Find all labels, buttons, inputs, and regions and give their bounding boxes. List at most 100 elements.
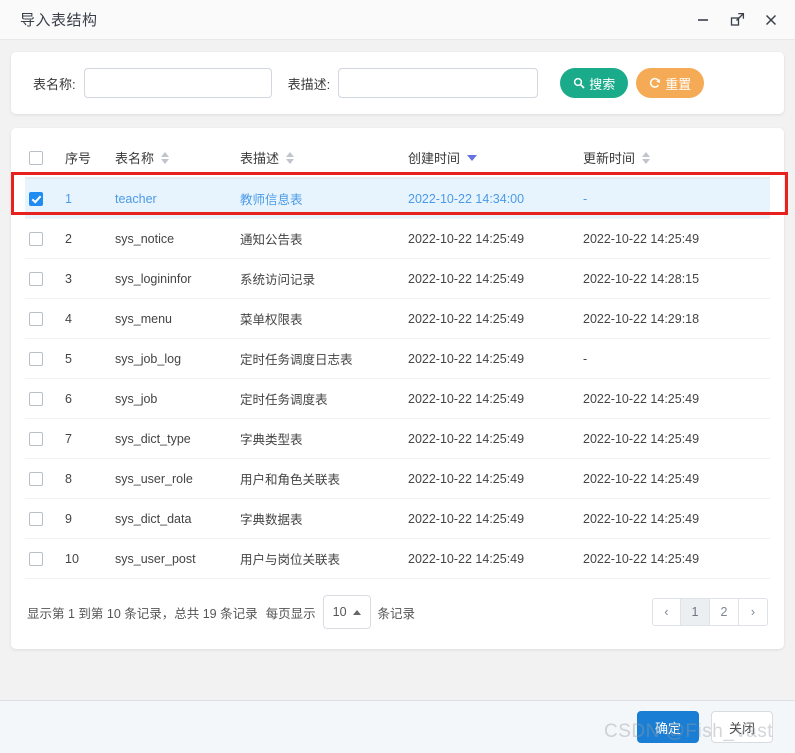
table-row[interactable]: 5 sys_job_log 定时任务调度日志表 2022-10-22 14:25:49… [25,338,770,379]
close-icon[interactable] [761,10,781,30]
confirm-button[interactable]: 确定 [637,711,699,743]
row-checkbox[interactable] [29,231,43,246]
search-actions: 搜索 重置 [560,68,705,98]
table-desc-field: 表描述: [288,68,539,98]
row-create-time: 2022-10-22 14:25:49 [404,298,579,339]
maximize-icon[interactable] [727,10,747,30]
column-index-label: 序号 [65,151,92,166]
row-checkbox-cell [25,378,61,419]
row-checkbox-cell [25,498,61,539]
row-table-name: sys_menu [111,298,236,339]
table-desc-label: 表描述: [287,76,331,92]
row-index: 4 [61,298,111,339]
column-table-name[interactable]: 表名称 [111,138,236,179]
table-row[interactable]: 4 sys_menu 菜单权限表 2022-10-22 14:25:49 2022-10… [25,298,770,339]
table-row[interactable]: 6 sys_job 定时任务调度表 2022-10-22 14:25:49 2022-1… [25,378,770,419]
row-table-name: teacher [111,178,236,219]
select-all-checkbox[interactable] [29,151,43,166]
row-table-name: sys_job [111,378,236,419]
row-create-time: 2022-10-22 14:25:49 [404,538,579,579]
row-checkbox[interactable] [29,551,43,566]
dialog-title: 导入表结构 [20,12,98,29]
row-index: 9 [61,498,111,539]
row-create-time: 2022-10-22 14:25:49 [404,458,579,499]
row-checkbox-cell [25,458,61,499]
page-button-2[interactable]: 2 [710,598,739,626]
search-button[interactable]: 搜索 [560,68,629,98]
import-table-structure-dialog: 导入表结构 表名称: 表描述: 搜索 重置 序号 表名称 表描述 创建时间 更新… [0,0,795,753]
page-prev-button[interactable]: ‹ [652,598,681,626]
caret-up-icon [352,609,361,615]
per-page-label: 每页显示 [265,606,316,621]
refresh-icon [649,77,661,89]
row-checkbox[interactable] [29,271,43,286]
row-checkbox[interactable] [29,511,43,526]
table-row[interactable]: 2 sys_notice 通知公告表 2022-10-22 14:25:49 2022-… [25,218,770,259]
row-table-desc: 菜单权限表 [236,298,404,339]
row-checkbox[interactable] [29,351,43,366]
table-desc-input[interactable] [338,68,539,98]
table-row[interactable]: 9 sys_dict_data 字典数据表 2022-10-22 14:25:49 20… [25,498,770,539]
row-checkbox[interactable] [29,431,43,446]
column-update-time[interactable]: 更新时间 [579,138,770,179]
sort-icon-create-time[interactable] [467,154,478,161]
row-update-time: 2022-10-22 14:29:18 [579,298,770,339]
row-checkbox-cell [25,338,61,379]
table-row[interactable]: 7 sys_dict_type 字典类型表 2022-10-22 14:25:49 20… [25,418,770,459]
table-list: 序号 表名称 表描述 创建时间 更新时间 1 teacher 教师信息表 202… [25,138,770,579]
row-checkbox-cell [25,218,61,259]
pagination-controls: ‹ 1 2 › [652,598,768,626]
page-button-1[interactable]: 1 [681,598,710,626]
column-update-time-label: 更新时间 [583,151,636,166]
row-create-time: 2022-10-22 14:25:49 [404,498,579,539]
row-table-desc: 定时任务调度表 [236,378,404,419]
column-table-name-label: 表名称 [115,151,155,166]
sort-icon-table-name[interactable] [161,151,170,164]
row-create-time: 2022-10-22 14:25:49 [404,418,579,459]
sort-icon-update-time[interactable] [642,151,651,164]
row-create-time: 2022-10-22 14:25:49 [404,258,579,299]
row-checkbox-cell [25,298,61,339]
row-index: 8 [61,458,111,499]
row-table-name: sys_user_role [111,458,236,499]
dialog-footer: 确定 关闭 CSDN @Fish_Vast [0,700,795,753]
row-create-time: 2022-10-22 14:25:49 [404,218,579,259]
table-row[interactable]: 10 sys_user_post 用户与岗位关联表 2022-10-22 14:25:… [25,538,770,579]
row-update-time: 2022-10-22 14:25:49 [579,458,770,499]
column-table-desc[interactable]: 表描述 [236,138,404,179]
page-next-button[interactable]: › [739,598,768,626]
row-index: 3 [61,258,111,299]
window-controls [693,10,781,30]
row-index: 1 [61,178,111,219]
column-create-time-label: 创建时间 [408,151,461,166]
table-name-input[interactable] [83,68,272,98]
close-button[interactable]: 关闭 [711,711,773,743]
row-update-time: - [579,338,770,379]
table-header-row: 序号 表名称 表描述 创建时间 更新时间 [25,138,770,179]
row-create-time: 2022-10-22 14:25:49 [404,338,579,379]
table-row[interactable]: 1 teacher 教师信息表 2022-10-22 14:34:00- [25,178,770,219]
sort-icon-table-desc[interactable] [286,151,295,164]
row-checkbox[interactable] [29,471,43,486]
row-table-desc: 教师信息表 [236,178,404,219]
pagination-info: 显示第 1 到第 10 条记录，总共 19 条记录 [27,606,258,621]
table-row[interactable]: 3 sys_logininfor 系统访问记录 2022-10-22 14:25:49… [25,258,770,299]
page-size-select[interactable]: 10 [322,595,371,629]
minimize-icon[interactable] [693,10,713,30]
row-checkbox-cell [25,538,61,579]
row-checkbox[interactable] [29,191,43,206]
row-checkbox[interactable] [29,391,43,406]
row-update-time: 2022-10-22 14:25:49 [579,538,770,579]
column-create-time[interactable]: 创建时间 [404,138,579,179]
row-table-desc: 用户与岗位关联表 [236,538,404,579]
row-update-time: 2022-10-22 14:28:15 [579,258,770,299]
reset-button[interactable]: 重置 [636,68,705,98]
table-name-field: 表名称: [33,68,272,98]
row-update-time: 2022-10-22 14:25:49 [579,418,770,459]
row-create-time: 2022-10-22 14:25:49 [404,378,579,419]
row-checkbox[interactable] [29,311,43,326]
row-table-desc: 通知公告表 [236,218,404,259]
table-row[interactable]: 8 sys_user_role 用户和角色关联表 2022-10-22 14:25:4… [25,458,770,499]
select-all-header [25,138,61,179]
column-table-desc-label: 表描述 [240,151,280,166]
